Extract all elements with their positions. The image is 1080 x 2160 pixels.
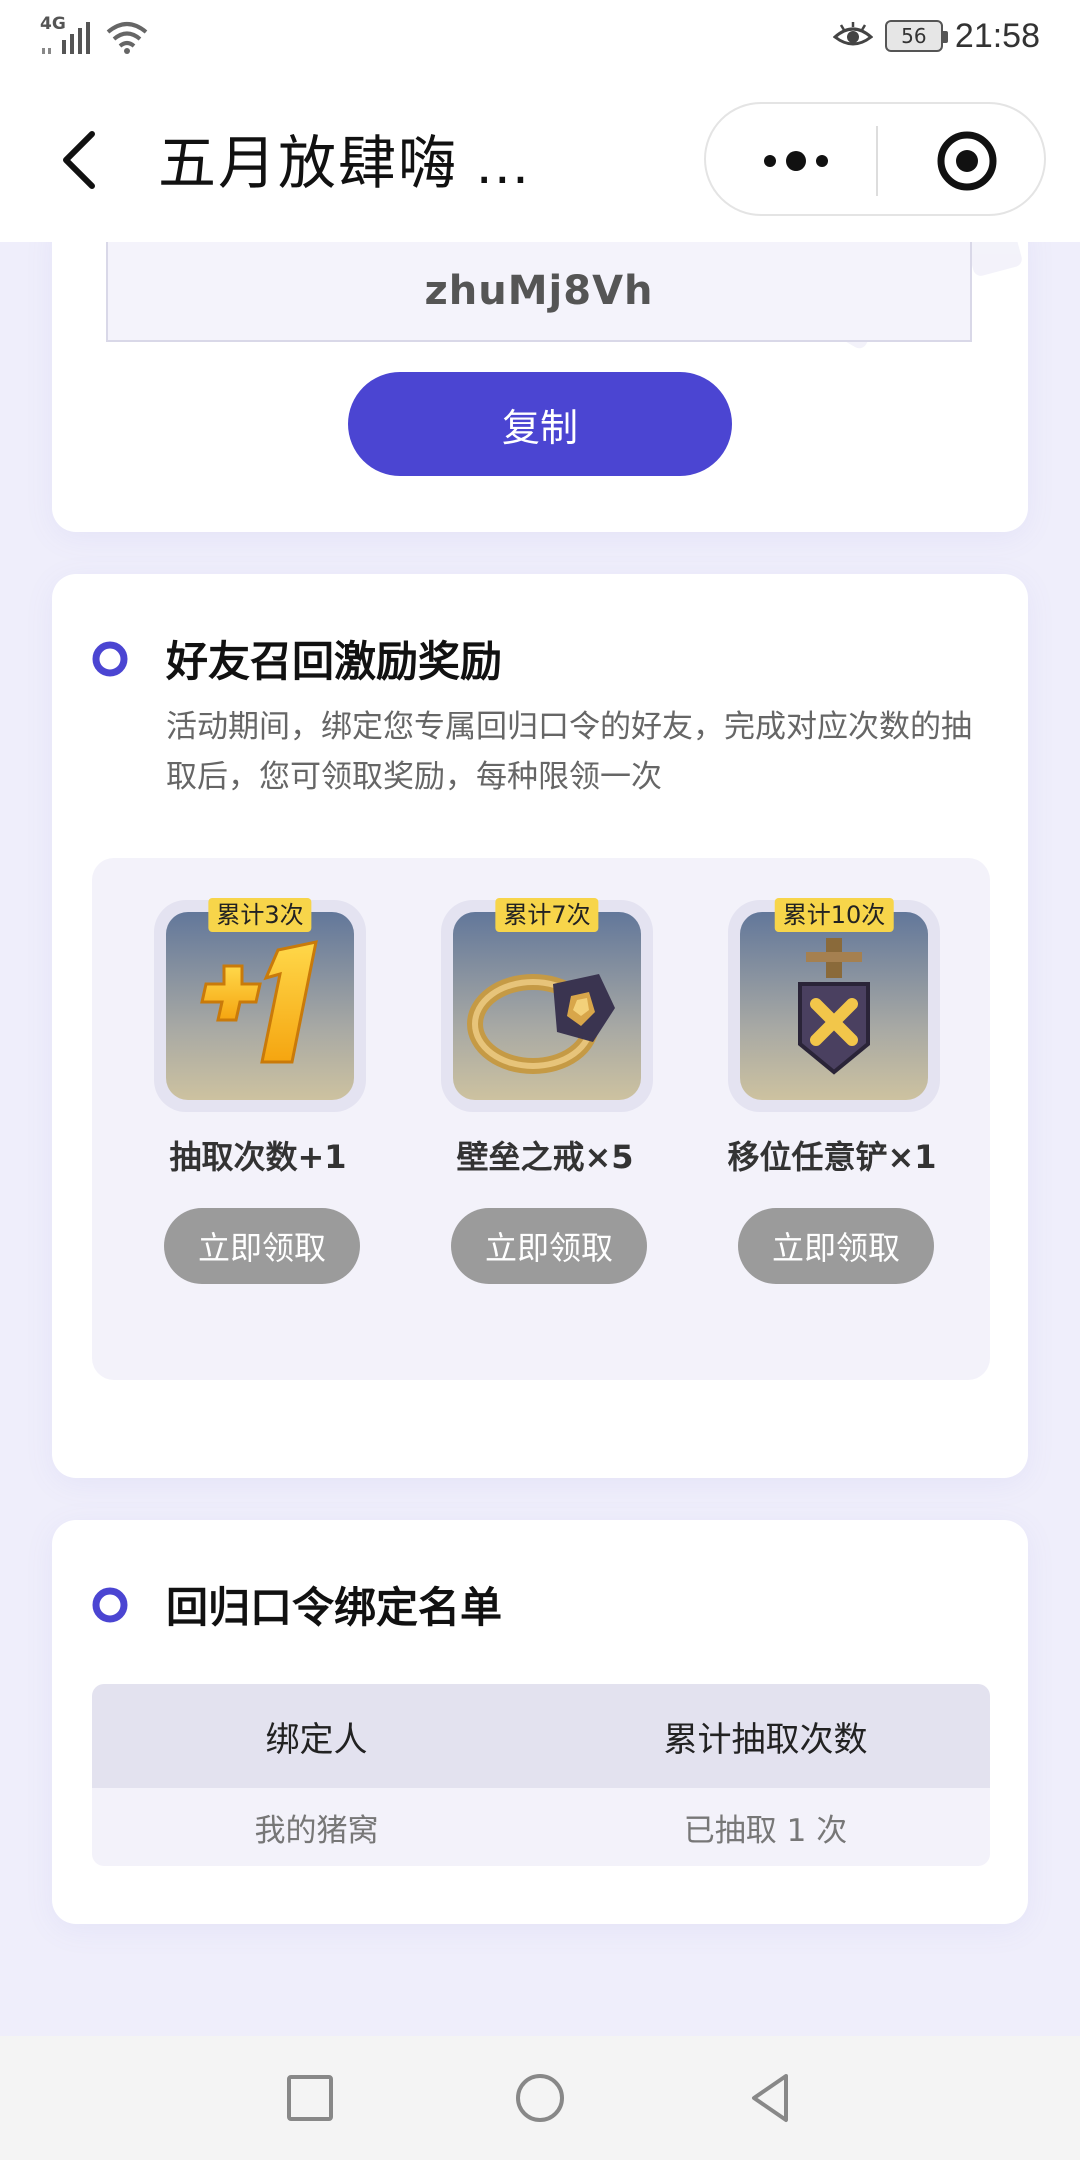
back-icon[interactable] bbox=[742, 2070, 798, 2126]
claim-button[interactable]: 立即领取 bbox=[451, 1208, 647, 1284]
more-options-icon[interactable] bbox=[756, 138, 836, 184]
claim-button[interactable]: 立即领取 bbox=[738, 1208, 934, 1284]
copy-button[interactable]: 复制 bbox=[348, 372, 732, 476]
reward-item: 累计7次 壁垒之戒×5 立即领取 bbox=[393, 898, 653, 1300]
binder-name: 我的猪窝 bbox=[254, 1812, 379, 1849]
back-arrow-icon[interactable] bbox=[48, 120, 108, 200]
binding-section-title: 回归口令绑定名单 bbox=[166, 1583, 503, 1632]
draw-count: 已抽取 1 次 bbox=[683, 1812, 848, 1849]
reward-section-header: 好友召回激励奖励 bbox=[90, 628, 502, 689]
reward-panel: 累计3次 抽取次数+1 立即领取 累计7次 壁垒之戒×5 立即领取 累计10次 … bbox=[92, 858, 990, 1380]
page-content[interactable]: zhuMj8Vh 复制 好友召回激励奖励 活动期间，绑定您专属回归口令的好友，完… bbox=[0, 242, 1080, 2036]
return-code-value: zhuMj8Vh bbox=[424, 268, 654, 314]
reward-name: 壁垒之戒×5 bbox=[456, 1138, 634, 1176]
reward-section-description: 活动期间，绑定您专属回归口令的好友，完成对应次数的抽取后，您可领取奖励，每种限领… bbox=[166, 709, 972, 795]
return-code-box: zhuMj8Vh bbox=[106, 242, 972, 342]
clock: 21:58 bbox=[954, 16, 1040, 55]
status-right: 56 21:58 bbox=[832, 12, 1040, 60]
system-nav-bar bbox=[0, 2036, 1080, 2160]
column-header-binder: 绑定人 bbox=[265, 1719, 368, 1760]
capsule-divider bbox=[876, 126, 878, 196]
reward-image bbox=[453, 912, 641, 1100]
table-header: 绑定人 累计抽取次数 bbox=[92, 1684, 990, 1788]
section-bullet-icon bbox=[92, 1587, 128, 1622]
miniapp-capsule bbox=[704, 102, 1046, 216]
reward-section-title: 好友召回激励奖励 bbox=[166, 637, 503, 686]
shovel-medal-icon bbox=[798, 938, 870, 1075]
reward-card: 好友召回激励奖励 活动期间，绑定您专属回归口令的好友，完成对应次数的抽取后，您可… bbox=[52, 574, 1028, 1478]
battery-level: 56 bbox=[901, 24, 927, 48]
title-bar: 五月放肆嗨 ... bbox=[0, 78, 1080, 242]
page-title: 五月放肆嗨 ... bbox=[158, 131, 531, 196]
binding-table: 绑定人 累计抽取次数 我的猪窝 已抽取 1 次 bbox=[92, 1684, 990, 1866]
reward-item: 累计3次 抽取次数+1 立即领取 bbox=[106, 898, 366, 1300]
recent-apps-icon[interactable] bbox=[282, 2070, 338, 2126]
wifi-icon bbox=[106, 22, 148, 54]
close-miniapp-icon[interactable] bbox=[934, 128, 1000, 194]
battery-indicator: 56 bbox=[884, 20, 948, 52]
reward-badge: 累计10次 bbox=[774, 898, 894, 932]
eye-comfort-icon bbox=[832, 22, 873, 46]
reward-image-frame: 累计3次 bbox=[154, 898, 366, 1112]
reward-item: 累计10次 移位任意铲×1 立即领取 bbox=[680, 898, 940, 1300]
reward-name: 抽取次数+1 bbox=[169, 1138, 347, 1176]
reward-badge: 累计7次 bbox=[495, 898, 599, 932]
reward-image-frame: 累计7次 bbox=[441, 898, 653, 1112]
section-bullet-icon bbox=[92, 641, 128, 676]
table-row: 我的猪窝 已抽取 1 次 bbox=[92, 1788, 990, 1866]
reward-image bbox=[740, 912, 928, 1100]
ring-icon bbox=[467, 974, 615, 1074]
plus-one-icon bbox=[200, 940, 318, 1064]
home-icon[interactable] bbox=[512, 2070, 568, 2126]
reward-badge: 累计3次 bbox=[208, 898, 312, 932]
status-bar: 4G 56 21:58 bbox=[0, 0, 1080, 78]
reward-name: 移位任意铲×1 bbox=[727, 1138, 937, 1176]
reward-image bbox=[166, 912, 354, 1100]
reward-image-frame: 累计10次 bbox=[728, 898, 940, 1112]
binding-section-header: 回归口令绑定名单 bbox=[90, 1574, 502, 1635]
network-type: 4G bbox=[40, 14, 66, 34]
return-code-card: zhuMj8Vh 复制 bbox=[52, 242, 1028, 532]
claim-button[interactable]: 立即领取 bbox=[164, 1208, 360, 1284]
binding-list-card: 回归口令绑定名单 绑定人 累计抽取次数 我的猪窝 已抽取 1 次 bbox=[52, 1520, 1028, 1924]
column-header-draw-count: 累计抽取次数 bbox=[663, 1719, 868, 1760]
